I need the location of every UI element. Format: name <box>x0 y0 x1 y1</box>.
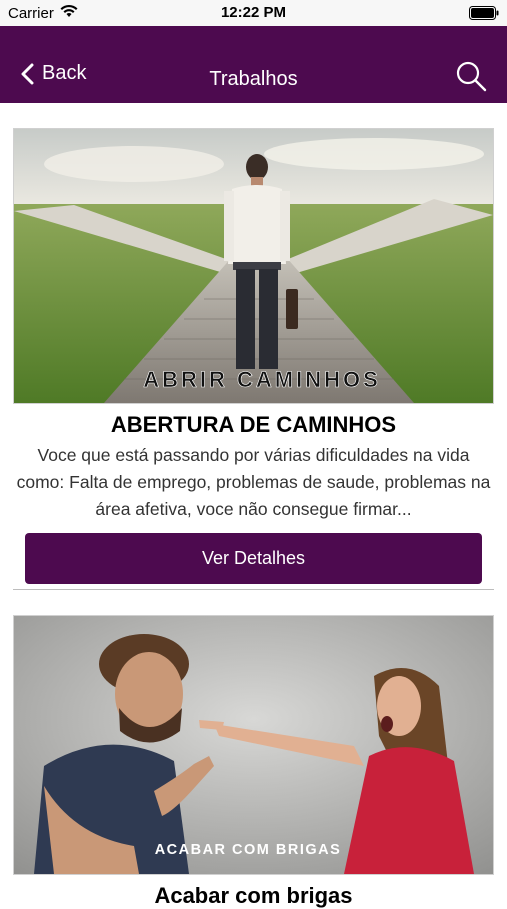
card-title: ABERTURA DE CAMINHOS <box>110 412 397 437</box>
status-time: 12:22 PM <box>220 4 287 21</box>
crossroads-illustration: ABRIR CAMINHOS <box>14 129 493 403</box>
card-description: Voce que está passando por várias dificu… <box>16 445 491 519</box>
status-bar: Carrier 12:22 PM <box>0 0 507 26</box>
card-image-crossroads[interactable]: ABRIR CAMINHOS <box>13 128 494 404</box>
image-caption: ACABAR COM BRIGAS <box>155 842 342 858</box>
search-icon <box>456 61 487 92</box>
card-title: Acabar com brigas <box>154 883 353 908</box>
argument-illustration: ACABAR COM BRIGAS <box>14 616 493 874</box>
page-title: Trabalhos <box>209 68 298 90</box>
details-button[interactable]: Ver Detalhes <box>25 533 482 584</box>
search-button[interactable] <box>455 60 487 97</box>
service-card: ACABAR COM BRIGAS Acabar com brigas <box>13 615 494 908</box>
nav-bar: Back Trabalhos <box>0 26 507 103</box>
battery-icon <box>469 6 499 24</box>
card-divider <box>13 589 494 590</box>
image-caption: ABRIR CAMINHOS <box>143 367 381 392</box>
service-card: ABRIR CAMINHOS ABERTURA DE CAMINHOS Voce… <box>13 128 494 590</box>
card-image-argument[interactable]: ACABAR COM BRIGAS <box>13 615 494 875</box>
